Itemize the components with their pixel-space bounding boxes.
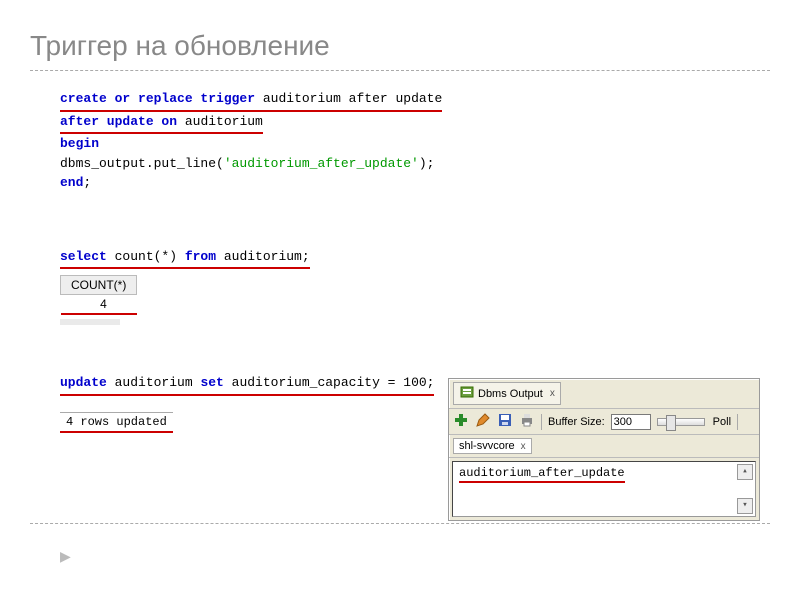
scroll-down-button[interactable]: ▾ (737, 498, 753, 514)
poll-label: Poll (713, 416, 731, 428)
dbms-output-icon (459, 384, 475, 403)
count-expr: count(*) (107, 249, 185, 264)
result-header: COUNT(*) (61, 276, 137, 295)
output-line: auditorium_after_update (459, 466, 625, 483)
dbms-output-tab[interactable]: Dbms Output x (453, 382, 561, 405)
kw-from: from (185, 249, 216, 264)
set-clause: auditorium_capacity = 100; (224, 375, 435, 390)
query-result-table: COUNT(*) 4 (60, 275, 137, 315)
paren-close: ); (419, 156, 435, 171)
divider-bottom (30, 523, 770, 524)
dbms-call: dbms_output.put_line( (60, 156, 224, 171)
update-table: auditorium (107, 375, 201, 390)
kw-set: set (200, 375, 223, 390)
slider-thumb[interactable] (666, 415, 676, 431)
page-title: Триггер на обновление (30, 30, 770, 62)
kw-begin: begin (60, 136, 99, 151)
dbms-toolbar: Buffer Size: Poll (449, 409, 759, 435)
dbms-output-textarea[interactable]: auditorium_after_update ▴ ▾ (452, 461, 756, 517)
poll-slider[interactable] (657, 418, 705, 426)
kw-create: create or replace trigger (60, 91, 255, 106)
table-name-val: auditorium (185, 114, 263, 129)
kw-select: select (60, 249, 107, 264)
connection-tab-label: shl-svvcore (459, 440, 515, 452)
code-select-count: select count(*) from auditorium; (60, 247, 770, 270)
dbms-output-panel: Dbms Output x Buffer Size: Poll shl-svvc… (448, 378, 760, 521)
dbms-tab-label: Dbms Output (478, 388, 543, 400)
semi: ; (83, 175, 91, 190)
plus-icon[interactable] (453, 412, 469, 431)
dbms-connection-tabs: shl-svvcore x (449, 435, 759, 458)
kw-update: update (60, 375, 107, 390)
connection-tab[interactable]: shl-svvcore x (453, 438, 532, 454)
save-icon[interactable] (497, 412, 513, 431)
scroll-up-button[interactable]: ▴ (737, 464, 753, 480)
printer-icon[interactable] (519, 412, 535, 431)
footer-arrow-icon: ▶ (60, 548, 770, 565)
pencil-icon[interactable] (475, 412, 491, 431)
buffer-size-input[interactable] (611, 414, 651, 430)
trigger-name: auditorium after update (263, 91, 442, 106)
kw-end: end (60, 175, 83, 190)
divider-top (30, 70, 770, 71)
result-value: 4 (61, 295, 137, 315)
close-icon[interactable]: x (521, 441, 526, 452)
rows-updated-message: 4 rows updated (60, 412, 173, 433)
kw-after-update: after update on (60, 114, 177, 129)
buffer-size-label: Buffer Size: (548, 416, 605, 428)
string-literal: 'auditorium_after_update' (224, 156, 419, 171)
table-ref: auditorium; (216, 249, 310, 264)
close-icon[interactable]: x (550, 388, 555, 399)
code-create-trigger: create or replace trigger auditorium aft… (60, 89, 770, 193)
dbms-header: Dbms Output x (449, 379, 759, 409)
